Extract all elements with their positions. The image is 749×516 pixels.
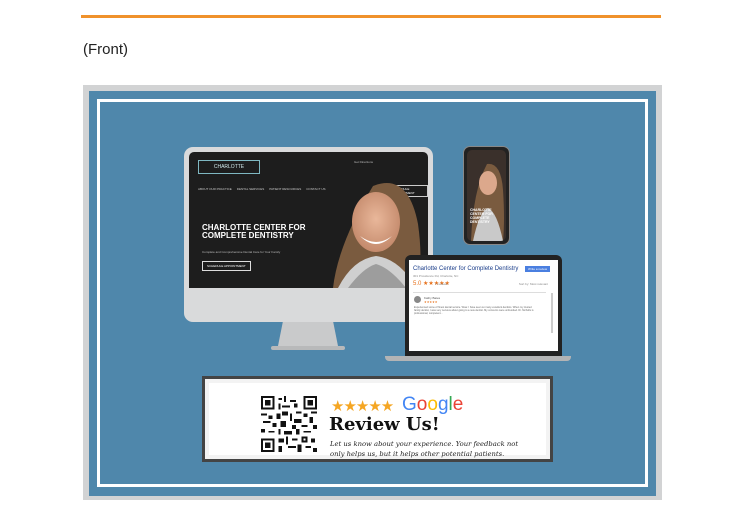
review-count[interactable]: 7 reviews [435,282,448,286]
google-logo: Google [402,394,463,416]
logo-letter: o [427,394,438,415]
reviewer-avatar [414,296,421,303]
monitor-foot [271,346,345,350]
logo-letter: g [437,394,449,415]
site-logo[interactable]: CHARLOTTE [198,160,260,174]
laptop-device: Charlotte Center for Complete Dentistry … [405,255,562,356]
phone-screen: CHARLOTTE CENTER FOR COMPLETE DENTISTRY [467,150,506,241]
laptop-screen: Charlotte Center for Complete Dentistry … [409,260,558,351]
card-background: CHARLOTTE ABOUT OUR PRACTICE DENTAL SERV… [89,91,656,496]
accent-rule [81,15,661,18]
phone-hero-title: CHARLOTTE CENTER FOR COMPLETE DENTISTRY [470,208,493,224]
write-review-button[interactable]: Write a review [525,266,550,272]
nav-item[interactable]: ABOUT OUR PRACTICE [198,187,232,191]
review-title: Review Us! [329,414,440,435]
hero-title: CHARLOTTE CENTER FOR COMPLETE DENTISTRY [202,223,306,240]
phone-portrait [467,150,506,241]
desktop-screen: CHARLOTTE ABOUT OUR PRACTICE DENTAL SERV… [189,152,428,288]
divider [413,292,546,293]
site-nav: ABOUT OUR PRACTICE DENTAL SERVICES PATIE… [198,187,326,191]
logo-letter: G [402,394,417,415]
hero-subtitle: Complete and Comprehensive Dental Care f… [202,250,281,254]
review-box: ★★★★★ Google Review Us! Let us know abou… [202,376,553,462]
phone-device: CHARLOTTE CENTER FOR COMPLETE DENTISTRY [463,146,510,245]
scrollbar[interactable] [551,293,553,333]
desktop-monitor: CHARLOTTE ABOUT OUR PRACTICE DENTAL SERV… [184,147,433,322]
side-label: (Front) [83,41,128,58]
logo-letter: o [416,394,428,415]
monitor-stand [278,322,338,346]
review-box-inner: ★★★★★ Google Review Us! Let us know abou… [209,383,546,458]
nav-item[interactable]: PATIENT RESOURCES [269,187,301,191]
review-message: Let us know about your experience. Your … [330,440,520,459]
review-stars: ★★★★★ [424,300,438,304]
review-message-line: only helps us, but it helps other potent… [330,449,505,458]
review-text: Experienced some of finest dental servic… [414,306,534,315]
business-address: 301 Providence Rd, Charlotte, NC [413,274,459,278]
hero-button[interactable]: SCHEDULE APPOINTMENT [202,261,251,271]
five-star-icon: ★★★★★ [331,398,394,415]
laptop-base [385,356,571,361]
logo-letter: e [452,394,464,415]
nav-item[interactable]: DENTAL SERVICES [237,187,264,191]
sort-dropdown[interactable]: Sort by: Most relevant [519,282,548,286]
postcard-front: CHARLOTTE ABOUT OUR PRACTICE DENTAL SERV… [83,85,662,500]
qr-code-icon [261,396,317,452]
review-message-line: Let us know about your experience. Your … [330,440,519,448]
business-name: Charlotte Center for Complete Dentistry [413,266,519,272]
